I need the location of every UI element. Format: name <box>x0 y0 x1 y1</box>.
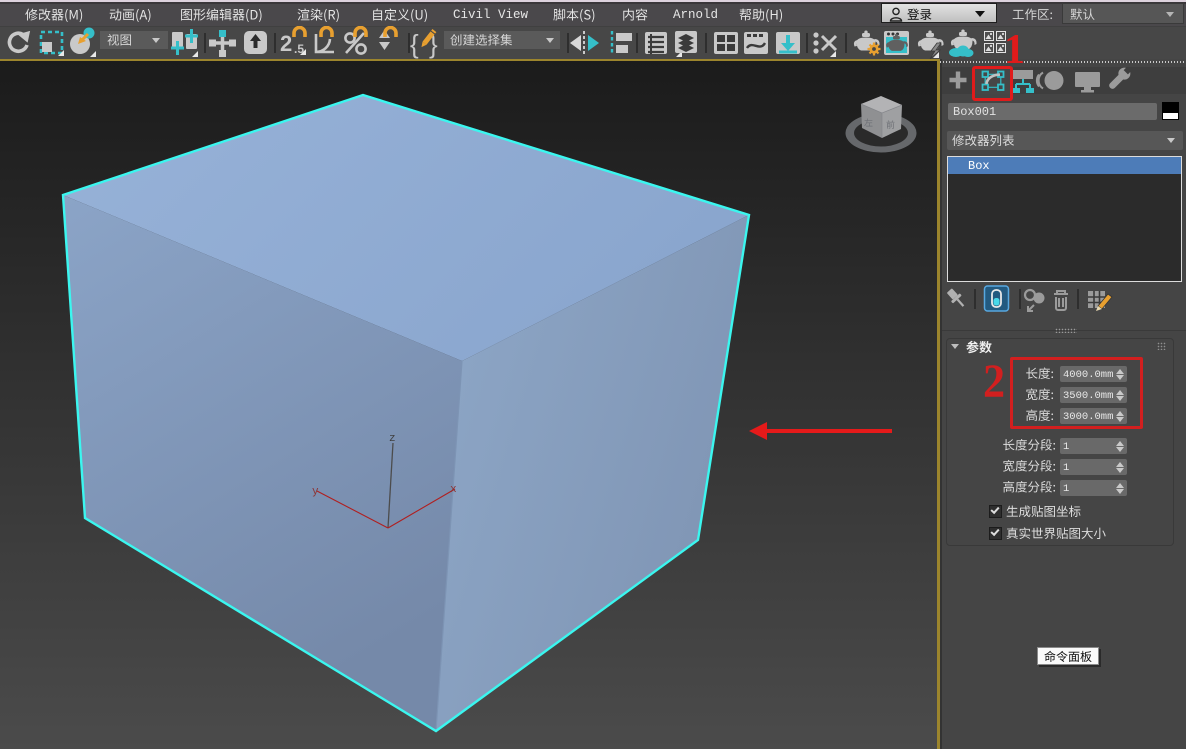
svg-text:2: 2 <box>280 31 292 56</box>
svg-text:y: y <box>312 486 319 498</box>
svg-text:x: x <box>450 484 457 496</box>
svg-text:z: z <box>389 433 396 445</box>
svg-text:{: { <box>410 29 419 59</box>
